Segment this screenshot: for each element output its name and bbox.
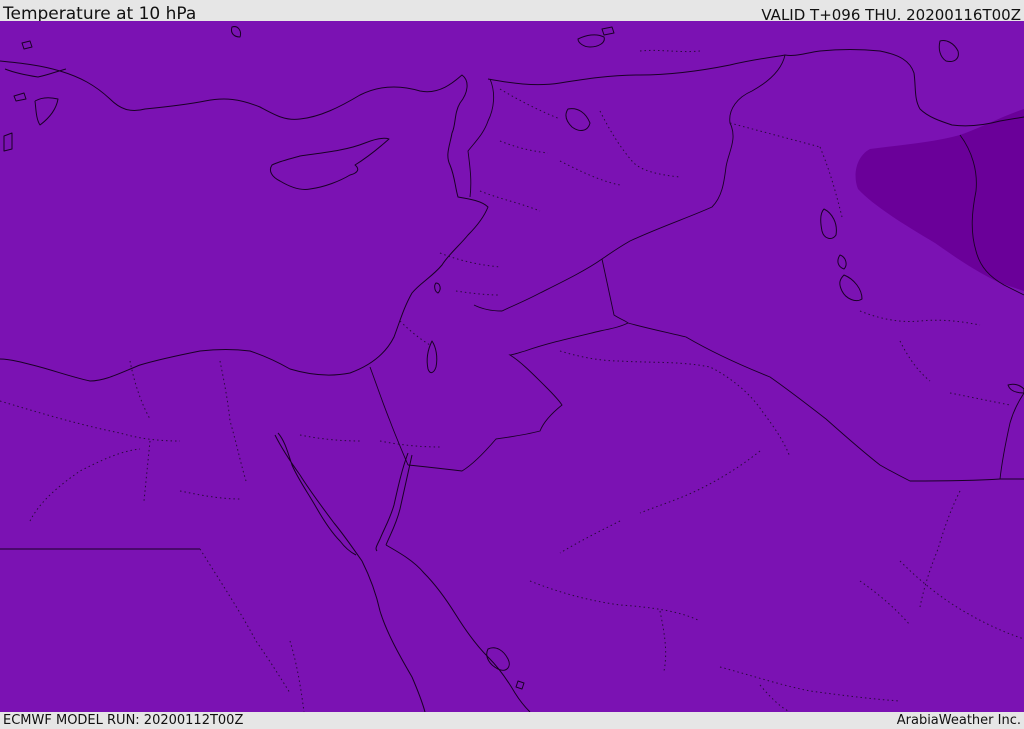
gulf-of-suez [274,432,426,712]
province-boundaries-south [529,350,1024,712]
iraq-saudi-border [627,322,1024,482]
levant-coast [0,132,489,382]
egypt-governorates [0,360,305,712]
egypt-israel-border [369,366,409,466]
footer-bar: ECMWF MODEL RUN: 20200112T00Z ArabiaWeat… [0,712,1024,729]
turkey-south-coast [0,60,468,134]
model-run-label: ECMWF MODEL RUN: 20200112T00Z [3,713,244,728]
jordan-internal [299,252,501,448]
gulf-of-aqaba [375,452,413,552]
lake-van [565,108,591,131]
kuwait-border [999,392,1024,480]
jordan-saudi-border [407,258,629,472]
north-coast [487,49,1024,127]
cyprus [269,137,390,190]
temperature-map[interactable] [0,21,1024,712]
dead-sea [426,282,441,374]
credit-label: ArabiaWeather Inc. [896,713,1021,728]
header-bar: Temperature at 10 hPa VALID T+096 THU. 2… [0,0,1024,24]
saudi-red-sea-coast [385,544,531,712]
iraq-border [467,54,786,312]
small-islands-north [231,26,959,62]
aegean-islands [3,40,67,152]
map-canvas [0,26,1024,712]
cold-temperature-band [855,109,1024,291]
farasan-islands [486,647,525,690]
